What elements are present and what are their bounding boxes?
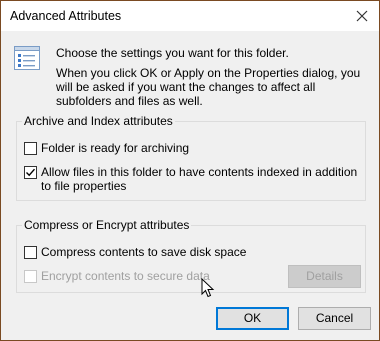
archive-label: Folder is ready for archiving: [41, 141, 190, 155]
intro-description: When you click OK or Apply on the Proper…: [56, 66, 361, 108]
close-button[interactable]: [351, 5, 373, 27]
compress-checkbox[interactable]: [24, 246, 37, 259]
checkmark-icon: [26, 168, 36, 177]
index-label: Allow files in this folder to have conte…: [41, 165, 358, 193]
encrypt-checkbox-row[interactable]: Encrypt contents to secure data: [24, 269, 210, 283]
window-title: Advanced Attributes: [10, 9, 122, 23]
encrypt-checkbox[interactable]: [24, 270, 37, 283]
title-bar[interactable]: Advanced Attributes: [1, 1, 379, 31]
compress-encrypt-group: Compress or Encrypt attributes Compress …: [16, 218, 366, 293]
archive-index-group: Archive and Index attributes Folder is r…: [16, 114, 366, 201]
encrypt-label: Encrypt contents to secure data: [41, 269, 210, 283]
details-button[interactable]: Details: [288, 265, 361, 288]
mouse-pointer-icon: [201, 278, 215, 298]
compress-label: Compress contents to save disk space: [41, 245, 247, 259]
close-icon: [356, 10, 368, 22]
index-checkbox[interactable]: [24, 166, 37, 179]
index-checkbox-row[interactable]: Allow files in this folder to have conte…: [24, 165, 359, 193]
compress-group-title: Compress or Encrypt attributes: [22, 218, 192, 232]
archive-checkbox[interactable]: [24, 142, 37, 155]
cancel-button[interactable]: Cancel: [298, 307, 371, 330]
ok-button[interactable]: OK: [216, 307, 289, 330]
intro-heading: Choose the settings you want for this fo…: [56, 46, 289, 60]
archive-group-title: Archive and Index attributes: [22, 114, 175, 128]
advanced-attributes-dialog: Advanced Attributes Choose the settings …: [0, 0, 380, 341]
settings-list-icon: [14, 46, 40, 70]
archive-checkbox-row[interactable]: Folder is ready for archiving: [24, 141, 189, 155]
compress-checkbox-row[interactable]: Compress contents to save disk space: [24, 245, 246, 259]
